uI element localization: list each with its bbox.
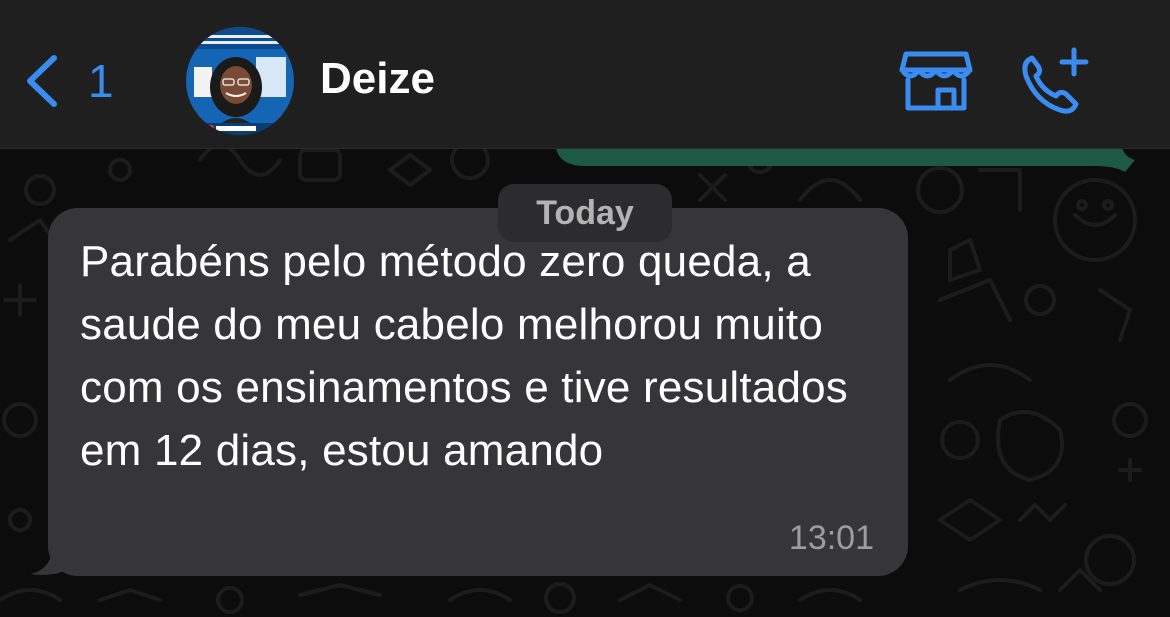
back-button[interactable]: 1 xyxy=(22,46,114,116)
store-button[interactable] xyxy=(898,48,974,114)
date-separator: Today xyxy=(498,184,672,242)
add-call-icon xyxy=(1022,47,1089,114)
contact-photo xyxy=(186,27,294,135)
unread-count: 1 xyxy=(88,55,114,107)
message-timestamp: 13:01 xyxy=(788,519,874,557)
message-text: Parabéns pelo método zero queda, a saude… xyxy=(80,237,849,475)
chat-screen: 1 Deize Today Parabéns pelo método zero … xyxy=(0,0,1170,617)
storefront-icon xyxy=(899,51,973,111)
contact-avatar[interactable] xyxy=(186,27,294,135)
chat-header: 1 Deize xyxy=(0,0,1170,149)
contact-name[interactable]: Deize xyxy=(320,54,435,104)
add-call-button[interactable] xyxy=(1018,44,1094,114)
incoming-message-bubble[interactable]: Parabéns pelo método zero queda, a saude… xyxy=(48,208,908,576)
chevron-left-icon xyxy=(27,55,57,107)
